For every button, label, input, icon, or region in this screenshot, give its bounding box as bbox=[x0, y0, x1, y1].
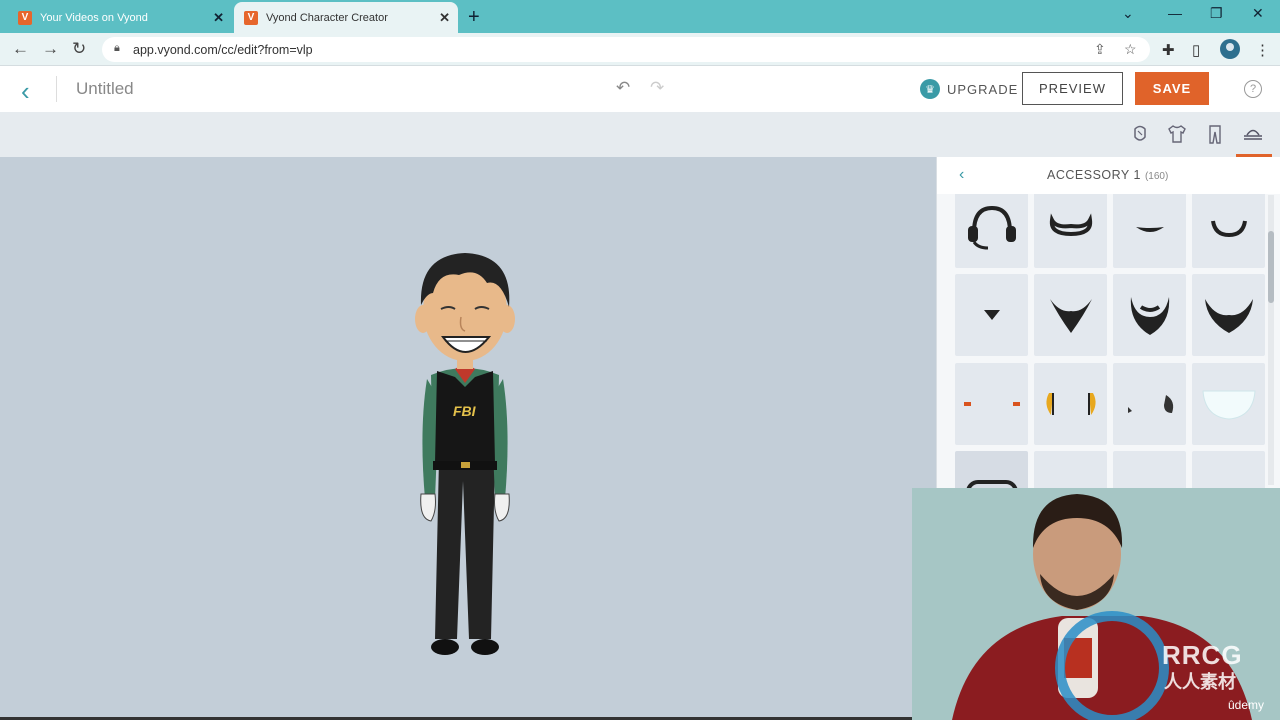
extensions-icon[interactable]: ✚ bbox=[1162, 41, 1175, 59]
accessory-item-mustache-handlebar[interactable] bbox=[1034, 194, 1107, 268]
tab-label: Your Videos on Vyond bbox=[40, 11, 148, 24]
face-mask-icon bbox=[1201, 390, 1256, 420]
accessory-item-mustache-curved[interactable] bbox=[1192, 194, 1265, 268]
restore-icon[interactable]: ❐ bbox=[1210, 5, 1223, 22]
vyond-favicon-icon: V bbox=[244, 10, 258, 25]
udemy-watermark: ûdemy bbox=[1228, 698, 1265, 712]
character-preview[interactable]: FBI bbox=[405, 249, 525, 669]
accessory-item-beard-full[interactable] bbox=[1113, 274, 1186, 356]
address-bar: ← → ↻ 🔒︎ app.vyond.com/cc/edit?from=vlp … bbox=[0, 33, 1280, 66]
head-category-icon[interactable] bbox=[1129, 122, 1151, 146]
close-window-icon[interactable]: ✕ bbox=[1252, 5, 1264, 22]
accessory-item-nose-dot[interactable] bbox=[1192, 451, 1265, 490]
category-toolbar bbox=[0, 112, 1280, 157]
accessory-item-graduation-cap[interactable] bbox=[1113, 451, 1186, 490]
earrings-gold-icon bbox=[1045, 393, 1096, 415]
lock-icon: 🔒︎ bbox=[114, 42, 120, 54]
goatee-small-icon bbox=[983, 310, 1000, 320]
back-chevron-icon[interactable]: ‹ bbox=[21, 76, 30, 107]
beard-wide-icon bbox=[1204, 299, 1253, 333]
new-tab-icon[interactable]: + bbox=[468, 6, 480, 29]
save-button[interactable]: SAVE bbox=[1135, 72, 1209, 105]
vyond-favicon-icon: V bbox=[18, 10, 32, 25]
tab-label: Vyond Character Creator bbox=[266, 11, 388, 24]
preview-button[interactable]: PREVIEW bbox=[1022, 72, 1123, 105]
accessory-category-icon[interactable] bbox=[1242, 122, 1264, 146]
beard-full-icon bbox=[1130, 297, 1169, 335]
browser-tab-bar: V Your Videos on Vyond ✕ V Vyond Charact… bbox=[0, 0, 1280, 33]
ear-studs-icon bbox=[1127, 395, 1173, 413]
accessory-grid bbox=[955, 194, 1265, 490]
sidepanel-icon[interactable]: ▯ bbox=[1192, 41, 1200, 59]
accessory-panel: ‹ ACCESSORY 1 (160) bbox=[936, 157, 1280, 490]
panel-header: ‹ ACCESSORY 1 (160) bbox=[937, 157, 1280, 194]
headset-icon bbox=[967, 205, 1016, 250]
menu-dots-icon[interactable]: ⋮ bbox=[1255, 41, 1270, 59]
divider bbox=[56, 76, 57, 102]
close-icon[interactable]: ✕ bbox=[439, 10, 450, 26]
panel-title-label: ACCESSORY 1 bbox=[1047, 168, 1141, 182]
chevron-down-icon[interactable]: ⌄ bbox=[1122, 5, 1134, 22]
shirt-category-icon[interactable] bbox=[1166, 122, 1188, 146]
mustache-curved-icon bbox=[1210, 220, 1247, 238]
accessory-item-mustache-wide[interactable] bbox=[1034, 451, 1107, 490]
star-icon[interactable]: ☆ bbox=[1124, 41, 1137, 58]
watermark-logo-text: RRCG bbox=[1162, 640, 1243, 670]
panel-back-chevron-icon[interactable]: ‹ bbox=[959, 166, 964, 184]
accessory-item-beard-pointed[interactable] bbox=[1034, 274, 1107, 356]
pants-category-icon[interactable] bbox=[1204, 122, 1226, 146]
mustache-thin-icon bbox=[1135, 227, 1164, 232]
panel-scrollbar[interactable] bbox=[1268, 195, 1274, 485]
minimize-icon[interactable]: — bbox=[1168, 5, 1182, 21]
accessory-item-earrings-red[interactable] bbox=[955, 363, 1028, 445]
app-header: ‹ Untitled ↶ ↷ ♛ UPGRADE PREVIEW SAVE ? bbox=[0, 66, 1280, 112]
crown-icon[interactable]: ♛ bbox=[920, 79, 940, 99]
redo-icon[interactable]: ↷ bbox=[650, 78, 664, 98]
help-icon[interactable]: ? bbox=[1244, 80, 1262, 98]
reload-icon[interactable]: ↻ bbox=[72, 39, 86, 59]
accessory-item-headset[interactable] bbox=[955, 194, 1028, 268]
profile-avatar[interactable] bbox=[1220, 39, 1240, 59]
mustache-handlebar-icon bbox=[1049, 213, 1092, 237]
earrings-red-icon bbox=[963, 402, 1020, 406]
share-icon[interactable]: ⇪ bbox=[1094, 41, 1106, 58]
url-field[interactable]: 🔒︎ app.vyond.com/cc/edit?from=vlp ⇪ ☆ bbox=[102, 37, 1150, 62]
accessory-item-goatee-small[interactable] bbox=[955, 274, 1028, 356]
url-text: app.vyond.com/cc/edit?from=vlp bbox=[133, 43, 313, 57]
upgrade-link[interactable]: UPGRADE bbox=[947, 82, 1018, 97]
accessory-item-beard-wide[interactable] bbox=[1192, 274, 1265, 356]
accessory-item-mustache-thin[interactable] bbox=[1113, 194, 1186, 268]
accessory-item-earrings-gold[interactable] bbox=[1034, 363, 1107, 445]
panel-title: ACCESSORY 1 (160) bbox=[1047, 168, 1168, 182]
accessory-item-face-mask[interactable] bbox=[1192, 363, 1265, 445]
tab-your-videos[interactable]: V Your Videos on Vyond ✕ bbox=[8, 2, 232, 33]
scrollbar-thumb[interactable] bbox=[1268, 231, 1274, 303]
forward-arrow-icon[interactable]: → bbox=[42, 39, 59, 59]
close-icon[interactable]: ✕ bbox=[213, 10, 224, 26]
beard-pointed-icon bbox=[1049, 299, 1092, 333]
vest-label: FBI bbox=[453, 403, 477, 419]
accessory-item-diving-mask[interactable] bbox=[955, 451, 1028, 490]
back-arrow-icon[interactable]: ← bbox=[12, 39, 29, 59]
accessory-item-ear-studs[interactable] bbox=[1113, 363, 1186, 445]
tab-character-creator[interactable]: V Vyond Character Creator ✕ bbox=[234, 2, 458, 33]
character-stage: FBI bbox=[0, 157, 936, 720]
watermark-logo-subtext: 人人素材 bbox=[1164, 672, 1236, 692]
undo-icon[interactable]: ↶ bbox=[616, 78, 630, 98]
document-title[interactable]: Untitled bbox=[76, 79, 134, 99]
panel-item-count: (160) bbox=[1144, 171, 1169, 182]
